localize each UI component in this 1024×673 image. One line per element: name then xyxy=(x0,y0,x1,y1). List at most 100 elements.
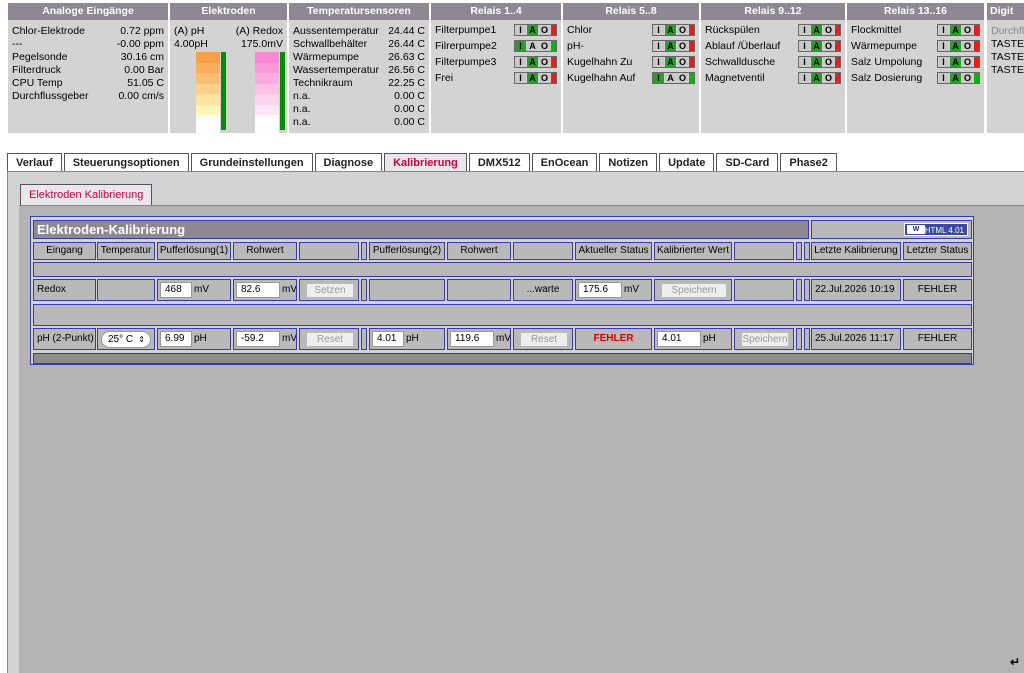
relay-iao-switch[interactable]: IAO xyxy=(514,56,557,68)
relay-mode-o-button[interactable]: O xyxy=(962,57,973,67)
ph-save-button[interactable]: Speichern xyxy=(741,332,789,347)
relay-mode-i-button[interactable]: I xyxy=(515,57,526,67)
relay-iao-switch[interactable]: IAO xyxy=(514,24,557,36)
relay-mode-o-button[interactable]: O xyxy=(823,73,834,83)
relay-mode-i-button[interactable]: I xyxy=(515,41,526,51)
redox-setzen-button[interactable]: Setzen xyxy=(306,283,354,298)
redox-calibrated-value[interactable]: 175.6 xyxy=(578,282,622,298)
redox-save-button[interactable]: Speichern xyxy=(661,283,727,298)
relay-mode-o-button[interactable]: O xyxy=(539,73,550,83)
main-area: Elektroden Kalibrierung Elektroden-Kalib… xyxy=(7,171,1024,673)
relay-mode-i-button[interactable]: I xyxy=(653,25,664,35)
relay-mode-a-button[interactable]: A xyxy=(950,25,961,35)
relay-iao-switch[interactable]: IAO xyxy=(514,72,557,84)
tab-diagnose[interactable]: Diagnose xyxy=(314,153,383,172)
ph-raw2-field[interactable]: 119.6 xyxy=(450,331,494,347)
relay-label: Salz Dosierung xyxy=(851,72,923,84)
tab-phase2[interactable]: Phase2 xyxy=(780,153,837,172)
relay-mode-i-button[interactable]: I xyxy=(799,57,810,67)
relay-mode-o-button[interactable]: O xyxy=(677,41,688,51)
relay-mode-o-button[interactable]: O xyxy=(539,41,550,51)
relay-mode-o-button[interactable]: O xyxy=(823,57,834,67)
relay-iao-switch[interactable]: IAO xyxy=(652,72,695,84)
temperature-select[interactable]: 25° C ⇕ xyxy=(101,331,151,348)
relay-mode-a-button[interactable]: A xyxy=(950,57,961,67)
relay-mode-i-button[interactable]: I xyxy=(653,41,664,51)
relay-mode-i-button[interactable]: I xyxy=(515,25,526,35)
calibration-cell: Setzen xyxy=(299,279,359,301)
relay-iao-switch[interactable]: IAO xyxy=(937,40,980,52)
ph-buffer1-input[interactable]: 6.99 xyxy=(160,331,192,347)
redox-buffer1-input[interactable]: 468 xyxy=(160,282,192,298)
ph-buffer2-input[interactable]: 4.01 xyxy=(372,331,404,347)
tab-kalibrierung[interactable]: Kalibrierung xyxy=(384,153,467,172)
resize-handle-icon[interactable]: ↵ xyxy=(1010,655,1020,669)
relay-mode-i-button[interactable]: I xyxy=(799,73,810,83)
relay-mode-a-button[interactable]: A xyxy=(527,73,538,83)
relay-iao-switch[interactable]: IAO xyxy=(798,24,841,36)
relay-mode-a-button[interactable]: A xyxy=(811,57,822,67)
relay-mode-o-button[interactable]: O xyxy=(539,25,550,35)
relay-mode-o-button[interactable]: O xyxy=(677,73,688,83)
relay-iao-switch[interactable]: IAO xyxy=(798,72,841,84)
ph-reset1-button[interactable]: Reset xyxy=(306,332,354,347)
relay-iao-switch[interactable]: IAO xyxy=(798,56,841,68)
relay-iao-switch[interactable]: IAO xyxy=(514,40,557,52)
relay-mode-i-button[interactable]: I xyxy=(938,57,949,67)
relay-mode-a-button[interactable]: A xyxy=(527,25,538,35)
relay-mode-o-button[interactable]: O xyxy=(539,57,550,67)
temps-row: n.a. 0.00 C xyxy=(293,103,425,116)
relay-iao-switch[interactable]: IAO xyxy=(652,24,695,36)
tab-notizen[interactable]: Notizen xyxy=(599,153,658,172)
ph-reset2-button[interactable]: Reset xyxy=(520,332,568,347)
relay-iao-switch[interactable]: IAO xyxy=(798,40,841,52)
relay-iao-switch[interactable]: IAO xyxy=(652,40,695,52)
relay-mode-a-button[interactable]: A xyxy=(811,41,822,51)
tab-dmx512[interactable]: DMX512 xyxy=(468,153,530,172)
relay-iao-switch[interactable]: IAO xyxy=(937,56,980,68)
unit-label: mV xyxy=(282,333,297,344)
relay-mode-a-button[interactable]: A xyxy=(665,57,676,67)
calibration-cell: 6.99 pH xyxy=(157,328,231,350)
tab-grundeinstellungen[interactable]: Grundeinstellungen xyxy=(190,153,313,172)
relay-mode-a-button[interactable]: A xyxy=(950,73,961,83)
relay-mode-i-button[interactable]: I xyxy=(799,41,810,51)
relay-mode-i-button[interactable]: I xyxy=(938,41,949,51)
relay-mode-a-button[interactable]: A xyxy=(665,25,676,35)
relay-mode-o-button[interactable]: O xyxy=(823,41,834,51)
relay-iao-switch[interactable]: IAO xyxy=(937,24,980,36)
relay-mode-o-button[interactable]: O xyxy=(962,25,973,35)
tab-verlauf[interactable]: Verlauf xyxy=(7,153,62,172)
relay-mode-a-button[interactable]: A xyxy=(665,73,676,83)
relay-mode-i-button[interactable]: I xyxy=(938,25,949,35)
relay-mode-a-button[interactable]: A xyxy=(811,73,822,83)
relay-iao-switch[interactable]: IAO xyxy=(937,72,980,84)
relay-mode-a-button[interactable]: A xyxy=(811,25,822,35)
relay-mode-i-button[interactable]: I xyxy=(653,57,664,67)
relay-mode-a-button[interactable]: A xyxy=(950,41,961,51)
ph-raw1-field[interactable]: -59.2 xyxy=(236,331,280,347)
redox-raw1-field[interactable]: 82.6 xyxy=(236,282,280,298)
tab-enocean[interactable]: EnOcean xyxy=(531,153,598,172)
relay-mode-a-button[interactable]: A xyxy=(527,41,538,51)
html-validator-badge[interactable]: W HTML 4.01 xyxy=(904,223,968,236)
relay-mode-i-button[interactable]: I xyxy=(515,73,526,83)
tab-elektroden-kalibrierung[interactable]: Elektroden Kalibrierung xyxy=(20,184,153,205)
relay-iao-switch[interactable]: IAO xyxy=(652,56,695,68)
tab-steuerungsoptionen[interactable]: Steuerungsoptionen xyxy=(63,153,189,172)
relay-mode-o-button[interactable]: O xyxy=(962,73,973,83)
redox-value: 175.0mV xyxy=(240,38,283,50)
relay-mode-o-button[interactable]: O xyxy=(677,57,688,67)
ph-calibrated-value[interactable]: 4.01 xyxy=(657,331,701,347)
relay-mode-i-button[interactable]: I xyxy=(653,73,664,83)
relay-mode-i-button[interactable]: I xyxy=(799,25,810,35)
tab-sd-card[interactable]: SD-Card xyxy=(716,153,779,172)
tab-update[interactable]: Update xyxy=(659,153,715,172)
relay-mode-o-button[interactable]: O xyxy=(677,25,688,35)
relay-mode-a-button[interactable]: A xyxy=(527,57,538,67)
relay-mode-o-button[interactable]: O xyxy=(962,41,973,51)
relay-mode-i-button[interactable]: I xyxy=(938,73,949,83)
relay-mode-a-button[interactable]: A xyxy=(665,41,676,51)
analog-row-label: Filterdruck xyxy=(12,64,62,76)
relay-mode-o-button[interactable]: O xyxy=(823,25,834,35)
